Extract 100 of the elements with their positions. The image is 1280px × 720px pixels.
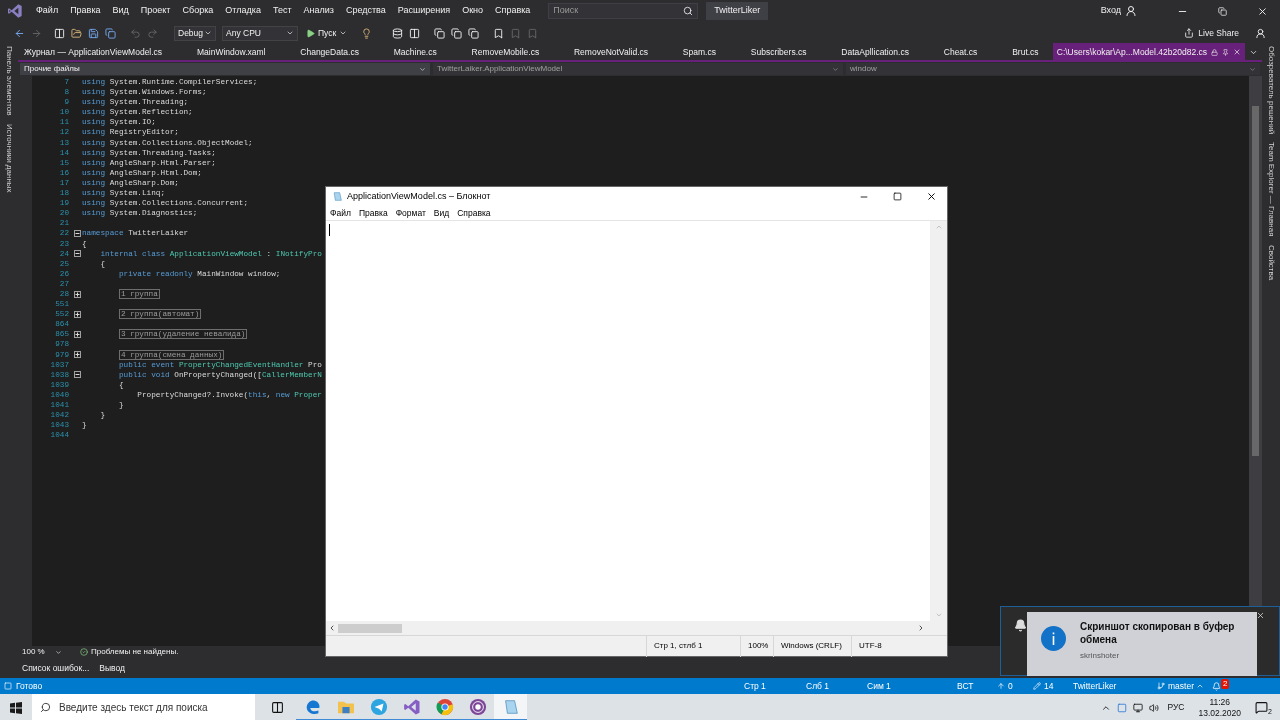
start-icon[interactable] (10, 701, 22, 714)
file-tab[interactable]: MainWindow.xaml (196, 45, 266, 59)
collapse-icon[interactable] (74, 250, 81, 258)
menu-item[interactable]: Сборка (176, 4, 220, 18)
file-tab[interactable]: Machine.cs (393, 45, 437, 59)
language-indicator[interactable]: РУС (1167, 701, 1185, 714)
search-icon (40, 702, 51, 713)
project-dropdown[interactable]: Прочие файлы (20, 63, 430, 75)
collapse-icon[interactable] (74, 371, 81, 379)
scroll-thumb[interactable] (1252, 106, 1259, 456)
task-view-icon[interactable] (271, 701, 284, 714)
user-icon[interactable] (1125, 5, 1137, 17)
taskbar-app[interactable] (494, 694, 527, 720)
check-icon (80, 648, 88, 656)
lock-icon (1211, 48, 1218, 56)
clock[interactable]: 11:26 13.02.2020 (1198, 696, 1241, 719)
paper-plane-icon[interactable] (369, 697, 388, 716)
expand-icon[interactable] (74, 290, 81, 298)
branch-name[interactable]: master (1168, 679, 1194, 693)
sign-in-link[interactable]: Вход (1100, 4, 1121, 18)
notifications-icon[interactable] (1212, 681, 1221, 691)
expand-icon[interactable] (74, 330, 81, 338)
changes-count[interactable]: 14 (1044, 679, 1073, 693)
file-tab[interactable]: C:\Users\kokar\Ap...Model.42b20d82.cs (1052, 43, 1245, 61)
action-center-icon[interactable] (1255, 701, 1268, 714)
file-tab[interactable]: Brut.cs (1012, 45, 1039, 59)
file-tab[interactable]: Subscribers.cs (750, 45, 807, 59)
browser-icon[interactable] (435, 697, 454, 716)
expand-icon[interactable] (74, 351, 81, 359)
menu-item[interactable]: Формат (392, 206, 429, 220)
menu-item[interactable]: Тест (266, 4, 298, 18)
close-icon[interactable] (1257, 5, 1268, 17)
menu-item[interactable]: Расширения (391, 4, 457, 18)
menu-item[interactable]: Вид (106, 4, 135, 18)
notepad-icon (332, 191, 343, 202)
back-icon[interactable] (14, 27, 25, 39)
zoom-dropdown[interactable]: 100 % (22, 646, 62, 658)
menu-item[interactable]: Анализ (297, 4, 340, 18)
side-panel-tab[interactable]: Источники данных (3, 123, 15, 193)
network-icon[interactable] (1133, 702, 1144, 713)
push-count[interactable]: 0 (1008, 679, 1033, 693)
pin-icon[interactable] (1222, 48, 1229, 56)
file-tab[interactable]: Журнал — ApplicationViewModel.cs (24, 45, 163, 59)
save-icon[interactable] (88, 27, 99, 39)
save-all-icon[interactable] (105, 27, 116, 39)
scroll-left-icon[interactable] (328, 624, 336, 632)
database-icon[interactable] (392, 27, 404, 39)
menu-item[interactable]: Средства (339, 4, 392, 18)
toast-notification[interactable]: Скриншот скопирован в буфер обмена skrinshoter (1027, 612, 1257, 676)
info-icon (1041, 626, 1066, 651)
file-tab[interactable]: Cheat.cs (943, 45, 978, 59)
file-tab[interactable]: RemoveNotValid.cs (574, 45, 648, 59)
onion-icon[interactable] (468, 697, 487, 716)
file-tab[interactable]: ChangeData.cs (300, 45, 359, 59)
feedback-icon[interactable] (1255, 27, 1266, 39)
side-panel-tab[interactable]: Team Explorer — Главная (1265, 142, 1277, 237)
collapse-icon[interactable] (74, 229, 81, 237)
menu-item[interactable]: Вид (430, 206, 453, 220)
maximize-icon[interactable] (893, 192, 902, 201)
side-panel-tab[interactable]: Свойства (1265, 244, 1277, 280)
scroll-right-icon[interactable] (917, 624, 925, 632)
menu-item[interactable]: Окно (456, 4, 490, 18)
infinity-loop-icon[interactable] (402, 697, 421, 716)
menu-item[interactable]: Файл (30, 4, 65, 18)
caret-icon (204, 29, 212, 37)
file-tab[interactable]: RemoveMobile.cs (471, 45, 540, 59)
expand-icon[interactable] (74, 310, 81, 318)
open-folder-icon[interactable] (71, 27, 82, 39)
columns-icon[interactable] (409, 27, 421, 39)
close-icon[interactable] (1256, 611, 1265, 620)
menu-item[interactable]: Правка (355, 206, 391, 220)
panel-tab[interactable]: Список ошибок... (22, 661, 90, 675)
search-field[interactable]: Поиск (548, 3, 699, 19)
file-tab[interactable]: Spam.cs (682, 45, 716, 59)
menu-item[interactable]: Справка (489, 4, 537, 18)
type-dropdown[interactable]: TwitterLaiker.ApplicationViewModel (433, 63, 843, 75)
side-panel-tab[interactable]: Панель элементов (3, 46, 15, 116)
issues-status[interactable]: Проблемы не найдены. (91, 646, 179, 658)
scroll-thumb[interactable] (338, 623, 402, 633)
menu-item[interactable]: Отладка (219, 4, 267, 18)
menu-item[interactable]: Проект (134, 4, 177, 18)
restore-icon[interactable] (1218, 6, 1227, 16)
file-tab[interactable]: DataApllication.cs (841, 45, 909, 59)
caret-icon (55, 648, 62, 656)
menu-item[interactable]: Файл (327, 206, 354, 220)
member-dropdown[interactable]: window (846, 63, 1260, 75)
platform-dropdown[interactable]: Any CPU (222, 25, 298, 41)
menu-item[interactable]: Справка (454, 206, 494, 220)
lightbulb-icon[interactable] (361, 27, 373, 39)
live-share-button[interactable]: Live Share (1184, 26, 1239, 40)
bookmark-icon[interactable] (493, 27, 505, 39)
repository-name[interactable]: TwitterLiker (1073, 679, 1157, 693)
taskbar-search-field[interactable]: Введите здесь текст для поиска (32, 694, 255, 720)
side-panel-tab[interactable]: Обозреватель решений (1265, 46, 1277, 135)
configuration-dropdown[interactable]: Debug (174, 25, 216, 41)
volume-icon[interactable] (1149, 702, 1160, 713)
panel-tab[interactable]: Вывод (99, 661, 126, 675)
close-icon[interactable] (926, 191, 937, 202)
menu-item[interactable]: Правка (64, 4, 107, 18)
start-button[interactable]: Пуск (304, 26, 350, 40)
